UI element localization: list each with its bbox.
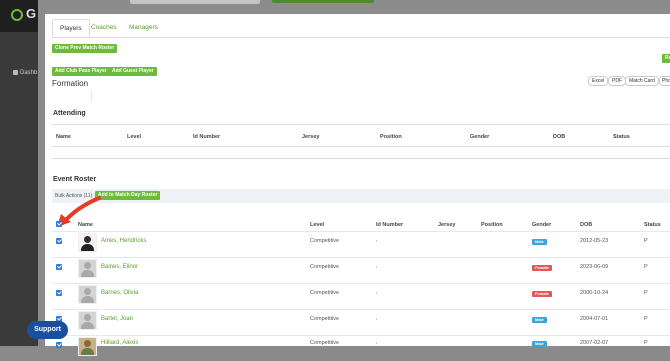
attending-col-position: Position bbox=[380, 134, 402, 140]
row-checkbox[interactable] bbox=[56, 238, 62, 244]
divider bbox=[52, 158, 670, 159]
player-id: , bbox=[376, 289, 378, 295]
gender-badge: Female bbox=[532, 291, 552, 297]
player-name-link[interactable]: Baines, Elinor bbox=[101, 264, 138, 270]
export-pdf-button[interactable]: PDF bbox=[608, 76, 626, 86]
player-level: Competitive bbox=[310, 238, 340, 244]
logo-text: G bbox=[26, 6, 37, 21]
formation-label: Formation bbox=[52, 79, 89, 88]
player-status: P bbox=[644, 238, 648, 244]
match-card-button[interactable]: Match Card bbox=[625, 76, 659, 86]
table-row bbox=[52, 257, 670, 283]
player-status: P bbox=[644, 290, 648, 296]
add-guest-button[interactable]: Add Guest Player bbox=[109, 67, 157, 76]
player-id: , bbox=[376, 237, 378, 243]
roster-col-dob: DOB bbox=[580, 222, 593, 228]
divider bbox=[52, 146, 670, 147]
player-status: P bbox=[644, 264, 648, 270]
roster-col-gender: Gender bbox=[532, 222, 552, 228]
dashboard-icon bbox=[13, 70, 18, 75]
table-row bbox=[52, 335, 670, 361]
search-input[interactable] bbox=[130, 0, 260, 4]
player-status: P bbox=[644, 316, 648, 322]
roster-col-jersey: Jersey bbox=[438, 222, 456, 228]
player-name-link[interactable]: Ames, Hendricks bbox=[101, 238, 146, 244]
tab-bar: Players Coaches Managers bbox=[52, 19, 670, 38]
right-action-button[interactable]: Ru bbox=[662, 54, 670, 63]
gender-badge: Male bbox=[532, 239, 547, 245]
export-excel-button[interactable]: Excel bbox=[588, 76, 609, 86]
gender-badge: Male bbox=[532, 317, 547, 323]
player-avatar bbox=[78, 233, 97, 252]
tab-managers[interactable]: Managers bbox=[122, 19, 165, 37]
support-button[interactable]: Support bbox=[27, 321, 68, 339]
add-club-pass-button[interactable]: Add Club Pass Player bbox=[52, 67, 110, 76]
select-all-checkbox[interactable] bbox=[56, 221, 62, 227]
event-roster-title: Event Roster bbox=[53, 176, 97, 183]
player-level: Competitive bbox=[310, 340, 340, 346]
gender-badge: Female bbox=[532, 265, 552, 271]
player-id: , bbox=[376, 263, 378, 269]
sidebar-item-dashboard[interactable]: Dashb bbox=[13, 70, 37, 76]
roster-col-id: Id Number bbox=[376, 222, 404, 228]
player-avatar bbox=[78, 285, 97, 304]
divider bbox=[52, 124, 670, 125]
attending-col-id: Id Number bbox=[193, 134, 221, 140]
player-dob: 2023-06-09 bbox=[580, 264, 609, 270]
player-level: Competitive bbox=[310, 316, 340, 322]
top-action-button[interactable] bbox=[272, 0, 374, 3]
attending-col-gender: Gender bbox=[470, 134, 490, 140]
roster-col-position: Position bbox=[481, 222, 503, 228]
attending-col-name: Name bbox=[56, 134, 71, 140]
player-id: , bbox=[376, 315, 378, 321]
player-avatar bbox=[78, 337, 97, 356]
roster-col-status: Status bbox=[644, 222, 661, 228]
player-name-link[interactable]: Barnes, Olivia bbox=[101, 290, 138, 296]
row-checkbox[interactable] bbox=[56, 264, 62, 270]
player-dob: 2012-05-23 bbox=[580, 238, 609, 244]
player-id: , bbox=[376, 339, 378, 345]
gender-badge: Male bbox=[532, 341, 547, 347]
formation-box bbox=[52, 90, 92, 102]
logo-icon bbox=[11, 9, 23, 21]
player-name-link[interactable]: Bartel, Joan bbox=[101, 316, 133, 322]
clone-roster-button[interactable]: Clone Prev Match Roster bbox=[52, 44, 118, 53]
sidebar: G Dashb bbox=[0, 0, 38, 346]
row-checkbox[interactable] bbox=[56, 290, 62, 296]
tab-coaches[interactable]: Coaches bbox=[84, 19, 124, 37]
attending-col-dob: DOB bbox=[553, 134, 566, 140]
sidebar-item-label: Dashb bbox=[20, 70, 38, 77]
photo-button[interactable]: Pho bbox=[659, 76, 670, 86]
attending-col-level: Level bbox=[127, 134, 142, 140]
attending-col-jersey: Jersey bbox=[302, 134, 320, 140]
player-dob: 2007-02-07 bbox=[580, 340, 609, 346]
player-level: Competitive bbox=[310, 264, 340, 270]
player-level: Competitive bbox=[310, 290, 340, 296]
player-avatar bbox=[78, 259, 97, 278]
roster-col-name: Name bbox=[78, 222, 93, 228]
player-dob: 2004-07-01 bbox=[580, 316, 609, 322]
table-row bbox=[52, 309, 670, 335]
attending-title: Attending bbox=[53, 110, 86, 117]
sidebar-header: G bbox=[0, 0, 38, 32]
table-row bbox=[52, 231, 670, 257]
row-checkbox[interactable] bbox=[56, 342, 62, 348]
player-name-link[interactable]: Hilliard, Alexis bbox=[101, 340, 138, 346]
table-row bbox=[52, 283, 670, 309]
attending-col-status: Status bbox=[613, 134, 630, 140]
player-dob: 2006-10-24 bbox=[580, 290, 609, 296]
roster-col-level: Level bbox=[310, 222, 325, 228]
player-status: P bbox=[644, 340, 648, 346]
player-avatar bbox=[78, 311, 97, 330]
